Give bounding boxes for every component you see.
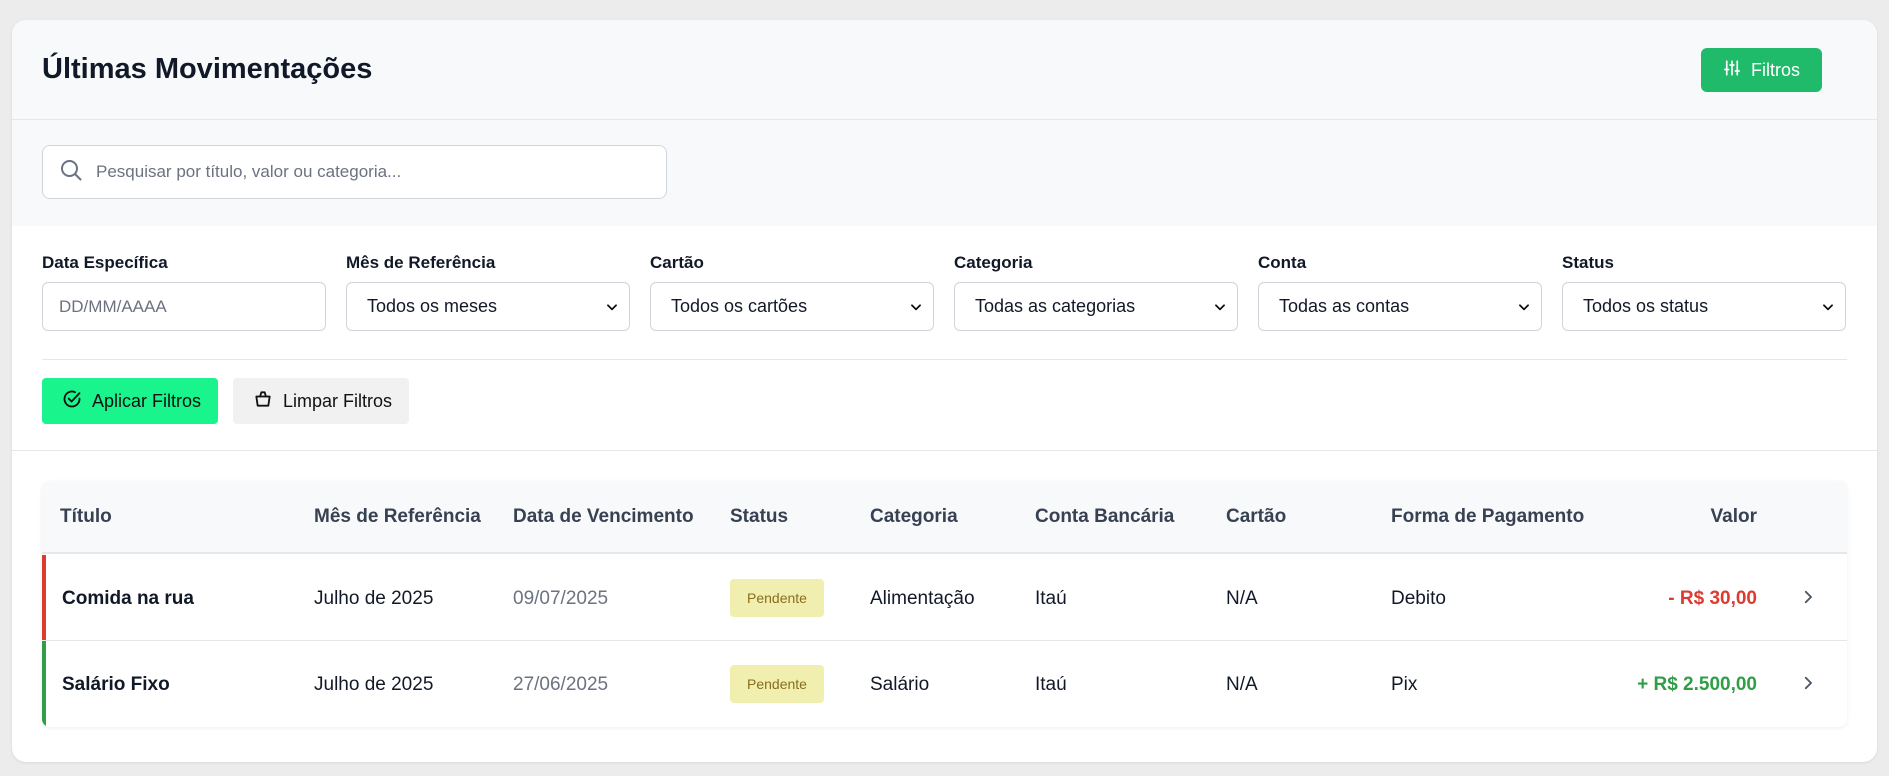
column-header-month: Mês de Referência — [314, 506, 481, 527]
clear-filters-button[interactable]: Limpar Filtros — [233, 378, 409, 424]
row-value: - R$ 30,00 — [1668, 588, 1757, 609]
month-select-value: Todos os meses — [367, 296, 498, 316]
search-box[interactable] — [42, 145, 667, 199]
section-divider — [12, 450, 1877, 451]
chevron-right-icon[interactable] — [1799, 674, 1817, 697]
row-card: N/A — [1226, 588, 1258, 609]
filter-status-label: Status — [1562, 253, 1614, 272]
apply-filters-button[interactable]: Aplicar Filtros — [42, 378, 218, 424]
card-select-value: Todos os cartões — [671, 296, 808, 316]
filters-divider — [42, 359, 1847, 360]
row-due-date: 09/07/2025 — [513, 588, 609, 609]
filter-card: Cartão Todos os cartões — [650, 253, 934, 331]
column-header-account: Conta Bancária — [1035, 506, 1175, 527]
basket-icon — [253, 389, 273, 414]
chevron-down-icon — [909, 300, 923, 314]
table-header: Título Mês de Referência Data de Vencime… — [42, 481, 1847, 554]
table-row[interactable]: Comida na rua Julho de 2025 09/07/2025 P… — [42, 555, 1847, 641]
column-header-payment: Forma de Pagamento — [1391, 506, 1585, 527]
month-select[interactable]: Todos os meses — [346, 282, 630, 331]
filter-card-label: Cartão — [650, 253, 704, 272]
transactions-card: Últimas Movimentações Filtros Data Espec… — [12, 20, 1877, 762]
row-account: Itaú — [1035, 674, 1067, 695]
filter-account-label: Conta — [1258, 253, 1307, 272]
row-account: Itaú — [1035, 588, 1067, 609]
search-icon — [59, 158, 83, 187]
income-indicator — [42, 641, 46, 727]
filters-toggle-button[interactable]: Filtros — [1701, 48, 1822, 92]
filter-month: Mês de Referência Todos os meses — [346, 253, 630, 331]
account-select-value: Todas as contas — [1279, 296, 1410, 316]
row-value: + R$ 2.500,00 — [1637, 674, 1757, 695]
chevron-right-icon[interactable] — [1799, 588, 1817, 611]
search-input[interactable] — [96, 162, 666, 182]
category-select[interactable]: Todas as categorias — [954, 282, 1238, 331]
row-title: Salário Fixo — [62, 674, 170, 695]
card-select[interactable]: Todos os cartões — [650, 282, 934, 331]
filter-category-label: Categoria — [954, 253, 1033, 272]
clear-filters-label: Limpar Filtros — [283, 390, 393, 411]
row-month: Julho de 2025 — [314, 588, 434, 609]
column-header-value: Valor — [1710, 506, 1757, 527]
row-month: Julho de 2025 — [314, 674, 434, 695]
status-badge: Pendente — [730, 579, 824, 617]
page-title: Últimas Movimentações — [42, 53, 373, 85]
row-category: Salário — [870, 674, 930, 695]
search-area — [12, 120, 1877, 226]
row-due-date: 27/06/2025 — [513, 674, 609, 695]
filter-account: Conta Todas as contas — [1258, 253, 1542, 331]
status-select[interactable]: Todos os status — [1562, 282, 1846, 331]
filter-month-label: Mês de Referência — [346, 253, 496, 272]
date-input[interactable]: DD/MM/AAAA — [42, 282, 326, 331]
column-header-status: Status — [730, 506, 789, 527]
chevron-down-icon — [605, 300, 619, 314]
chevron-down-icon — [1213, 300, 1227, 314]
filter-date: Data Específica DD/MM/AAAA — [42, 253, 326, 331]
chevron-down-icon — [1517, 300, 1531, 314]
category-select-value: Todas as categorias — [975, 296, 1136, 316]
column-header-due-date: Data de Vencimento — [513, 506, 694, 527]
expense-indicator — [42, 555, 46, 640]
row-card: N/A — [1226, 674, 1258, 695]
card-header: Últimas Movimentações Filtros — [12, 20, 1877, 120]
sliders-icon — [1723, 59, 1741, 82]
column-header-title: Título — [60, 506, 112, 527]
column-header-card: Cartão — [1226, 506, 1287, 527]
filter-status: Status Todos os status — [1562, 253, 1846, 331]
filter-category: Categoria Todas as categorias — [954, 253, 1238, 331]
column-header-category: Categoria — [870, 506, 958, 527]
row-payment: Debito — [1391, 588, 1446, 609]
status-select-value: Todos os status — [1583, 296, 1709, 316]
check-circle-icon — [62, 389, 82, 414]
row-payment: Pix — [1391, 674, 1418, 695]
filters-toggle-label: Filtros — [1751, 59, 1800, 80]
account-select[interactable]: Todas as contas — [1258, 282, 1542, 331]
transactions-table: Título Mês de Referência Data de Vencime… — [42, 481, 1847, 727]
apply-filters-label: Aplicar Filtros — [92, 390, 202, 411]
table-row[interactable]: Salário Fixo Julho de 2025 27/06/2025 Pe… — [42, 641, 1847, 727]
status-badge: Pendente — [730, 665, 824, 703]
row-category: Alimentação — [870, 588, 975, 609]
filters-row: Data Específica DD/MM/AAAA Mês de Referê… — [42, 253, 1847, 331]
chevron-down-icon — [1821, 300, 1835, 314]
filter-date-label: Data Específica — [42, 253, 168, 272]
row-title: Comida na rua — [62, 588, 194, 609]
